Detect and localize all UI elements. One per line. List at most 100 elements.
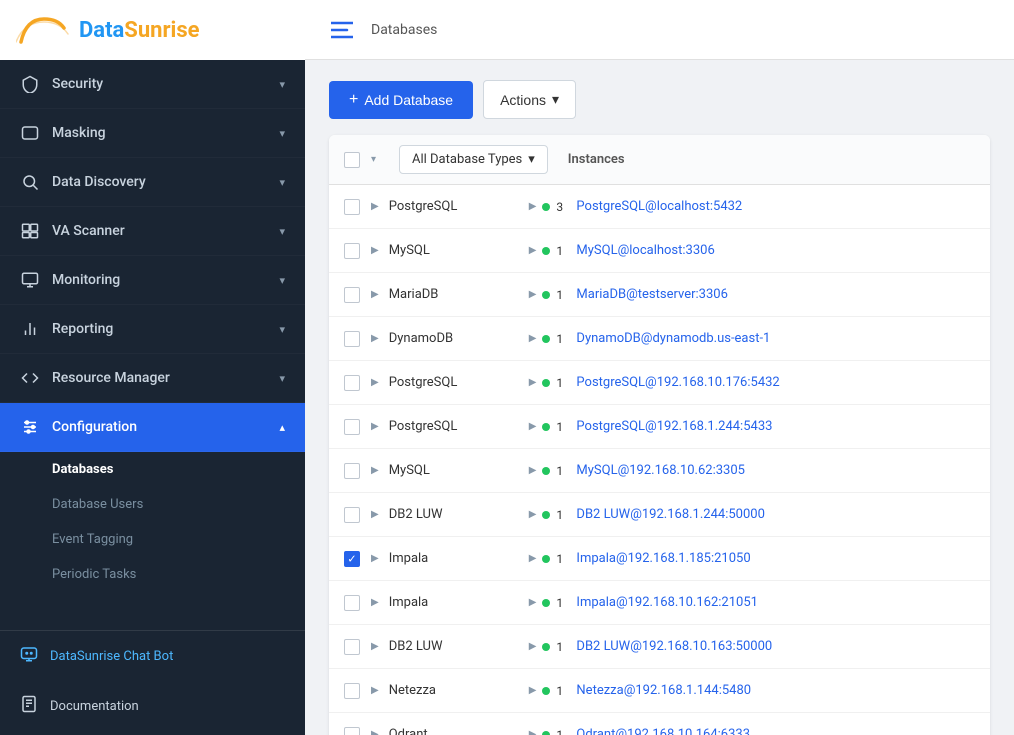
plus-icon: + <box>349 91 358 109</box>
sort-icon[interactable]: ▾ <box>371 154 376 165</box>
row-checkbox-wrap[interactable] <box>343 550 361 568</box>
sidebar-item-resource-manager[interactable]: Resource Manager ▾ <box>0 354 305 403</box>
expand-icon[interactable]: ▶ <box>371 465 379 476</box>
logo-area: DataSunrise <box>0 0 305 60</box>
chevron-down-icon: ▾ <box>279 225 285 238</box>
row-checkbox-wrap[interactable] <box>343 506 361 524</box>
instance-expand-icon[interactable]: ▶ <box>529 553 537 564</box>
row-checkbox[interactable] <box>344 287 360 303</box>
instance-expand-icon[interactable]: ▶ <box>529 509 537 520</box>
table-row: ▶ DB2 LUW ▶ 1 DB2 LUW@192.168.1.244:5000… <box>329 493 990 537</box>
logo-icon <box>16 14 71 46</box>
expand-icon[interactable]: ▶ <box>371 729 379 735</box>
row-checkbox[interactable] <box>344 199 360 215</box>
row-checkbox[interactable] <box>344 683 360 699</box>
instance-expand-icon[interactable]: ▶ <box>529 465 537 476</box>
instance-link[interactable]: MariaDB@testserver:3306 <box>576 287 727 302</box>
row-checkbox[interactable] <box>344 727 360 735</box>
row-checkbox[interactable] <box>344 243 360 259</box>
sidebar-item-monitoring[interactable]: Monitoring ▾ <box>0 256 305 305</box>
expand-icon[interactable]: ▶ <box>371 377 379 388</box>
row-checkbox[interactable] <box>344 419 360 435</box>
instance-info-cell: ▶ 1 Impala@192.168.10.162:21051 <box>529 595 976 610</box>
sidebar-item-reporting-label: Reporting <box>52 321 113 337</box>
row-checkbox-wrap[interactable] <box>343 726 361 735</box>
row-checkbox[interactable] <box>344 375 360 391</box>
instance-expand-icon[interactable]: ▶ <box>529 289 537 300</box>
sidebar-item-configuration[interactable]: Configuration ▴ <box>0 403 305 452</box>
row-checkbox-wrap[interactable] <box>343 682 361 700</box>
instance-expand-icon[interactable]: ▶ <box>529 377 537 388</box>
sidebar-documentation[interactable]: Documentation <box>0 681 305 731</box>
instance-expand-icon[interactable]: ▶ <box>529 421 537 432</box>
instance-info-cell: ▶ 1 MySQL@192.168.10.62:3305 <box>529 463 976 478</box>
expand-icon[interactable]: ▶ <box>371 509 379 520</box>
expand-icon[interactable]: ▶ <box>371 245 379 256</box>
sidebar-subitem-periodic-tasks[interactable]: Periodic Tasks <box>0 557 305 592</box>
sidebar-item-security[interactable]: Security ▾ <box>0 60 305 109</box>
row-checkbox-wrap[interactable] <box>343 418 361 436</box>
instance-expand-icon[interactable]: ▶ <box>529 641 537 652</box>
row-checkbox-wrap[interactable] <box>343 198 361 216</box>
instance-link[interactable]: PostgreSQL@192.168.1.244:5433 <box>576 419 772 434</box>
chevron-down-icon: ▾ <box>279 78 285 91</box>
row-checkbox-wrap[interactable] <box>343 286 361 304</box>
row-checkbox-wrap[interactable] <box>343 242 361 260</box>
instance-expand-icon[interactable]: ▶ <box>529 597 537 608</box>
instance-info-cell: ▶ 1 DB2 LUW@192.168.1.244:50000 <box>529 507 976 522</box>
expand-icon[interactable]: ▶ <box>371 333 379 344</box>
instance-expand-icon[interactable]: ▶ <box>529 729 537 735</box>
instances-column-header: Instances <box>558 152 976 167</box>
row-checkbox[interactable] <box>344 595 360 611</box>
row-checkbox[interactable] <box>344 463 360 479</box>
row-checkbox[interactable] <box>344 551 360 567</box>
instance-link[interactable]: MySQL@192.168.10.62:3305 <box>576 463 745 478</box>
expand-icon[interactable]: ▶ <box>371 641 379 652</box>
sidebar-subitem-database-users[interactable]: Database Users <box>0 487 305 522</box>
sidebar-item-reporting[interactable]: Reporting ▾ <box>0 305 305 354</box>
row-checkbox-wrap[interactable] <box>343 462 361 480</box>
instance-expand-icon[interactable]: ▶ <box>529 245 537 256</box>
row-checkbox[interactable] <box>344 331 360 347</box>
row-checkbox-wrap[interactable] <box>343 638 361 656</box>
sidebar-item-data-discovery[interactable]: Data Discovery ▾ <box>0 158 305 207</box>
row-checkbox-wrap[interactable] <box>343 374 361 392</box>
sidebar-item-va-scanner[interactable]: VA Scanner ▾ <box>0 207 305 256</box>
instance-link[interactable]: DB2 LUW@192.168.1.244:50000 <box>576 507 764 522</box>
filter-dropdown[interactable]: All Database Types ▾ <box>399 145 548 174</box>
expand-icon[interactable]: ▶ <box>371 553 379 564</box>
instance-link[interactable]: Impala@192.168.10.162:21051 <box>576 595 758 610</box>
expand-icon[interactable]: ▶ <box>371 421 379 432</box>
instance-link[interactable]: Impala@192.168.1.185:21050 <box>576 551 750 566</box>
select-all-checkbox[interactable] <box>344 152 360 168</box>
instance-link[interactable]: PostgreSQL@localhost:5432 <box>576 199 742 214</box>
instance-link[interactable]: Netezza@192.168.1.144:5480 <box>576 683 751 698</box>
row-checkbox-wrap[interactable] <box>343 594 361 612</box>
instance-link[interactable]: PostgreSQL@192.168.10.176:5432 <box>576 375 779 390</box>
sidebar-toggle-button[interactable] <box>325 15 359 45</box>
instance-link[interactable]: Qdrant@192.168.10.164:6333 <box>576 727 750 735</box>
expand-icon[interactable]: ▶ <box>371 685 379 696</box>
select-all-checkbox-wrap[interactable] <box>343 151 361 169</box>
sidebar-chatbot[interactable]: DataSunrise Chat Bot <box>0 631 305 681</box>
add-database-button[interactable]: + Add Database <box>329 81 473 119</box>
chevron-down-icon: ▾ <box>279 176 285 189</box>
table-body: ▶ PostgreSQL ▶ 3 PostgreSQL@localhost:54… <box>329 185 990 735</box>
page-content: + Add Database Actions ▾ ▾ All Database … <box>305 60 1014 735</box>
instance-expand-icon[interactable]: ▶ <box>529 201 537 212</box>
instance-link[interactable]: DB2 LUW@192.168.10.163:50000 <box>576 639 772 654</box>
expand-icon[interactable]: ▶ <box>371 201 379 212</box>
actions-button[interactable]: Actions ▾ <box>483 80 576 119</box>
row-checkbox[interactable] <box>344 507 360 523</box>
row-checkbox-wrap[interactable] <box>343 330 361 348</box>
sidebar-subitem-event-tagging[interactable]: Event Tagging <box>0 522 305 557</box>
instance-link[interactable]: DynamoDB@dynamodb.us-east-1 <box>576 331 770 346</box>
instance-link[interactable]: MySQL@localhost:3306 <box>576 243 714 258</box>
sidebar-subitem-databases[interactable]: Databases <box>0 452 305 487</box>
expand-icon[interactable]: ▶ <box>371 289 379 300</box>
expand-icon[interactable]: ▶ <box>371 597 379 608</box>
instance-expand-icon[interactable]: ▶ <box>529 685 537 696</box>
sidebar-item-masking[interactable]: Masking ▾ <box>0 109 305 158</box>
row-checkbox[interactable] <box>344 639 360 655</box>
instance-expand-icon[interactable]: ▶ <box>529 333 537 344</box>
